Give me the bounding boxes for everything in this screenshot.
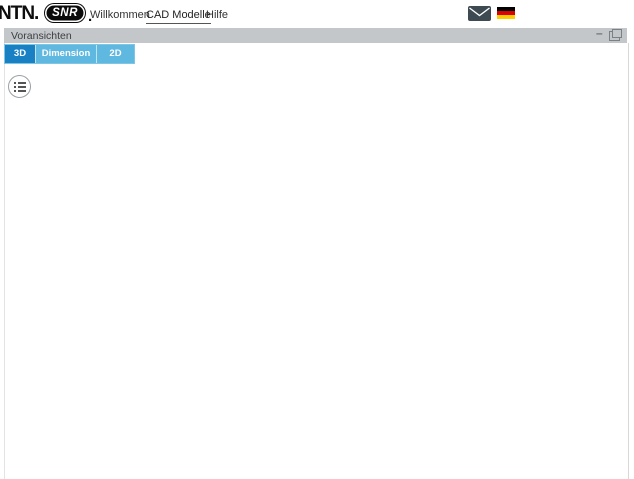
menu-item-cad-modelle[interactable]: CAD Modelle bbox=[146, 9, 211, 24]
menu-item-willkommen[interactable]: Willkommen bbox=[90, 9, 150, 21]
panel-title: Voransichten bbox=[11, 30, 72, 42]
tab-dimension[interactable]: Dimension bbox=[36, 45, 97, 63]
german-flag-icon[interactable] bbox=[497, 7, 515, 19]
popout-icon[interactable] bbox=[609, 31, 620, 41]
mail-icon[interactable] bbox=[468, 6, 491, 26]
menu-item-hilfe[interactable]: Hilfe bbox=[206, 9, 228, 21]
page: { "header": { "logo_ntn": "NTN.", "logo_… bbox=[0, 0, 634, 479]
minimize-icon[interactable]: – bbox=[596, 26, 603, 40]
list-icon bbox=[14, 82, 26, 92]
view-tabs: 3D Dimension 2D bbox=[4, 44, 135, 64]
snr-logo: SNR bbox=[45, 4, 85, 22]
view-options-button[interactable] bbox=[8, 75, 31, 98]
viewer-panel bbox=[4, 43, 629, 479]
header: NTN. SNR . Willkommen CAD Modelle Hilfe bbox=[0, 0, 634, 28]
panel-header: Voransichten – bbox=[4, 28, 627, 43]
ntn-logo: NTN. bbox=[0, 3, 38, 25]
tab-3d[interactable]: 3D bbox=[5, 45, 36, 63]
tab-2d[interactable]: 2D bbox=[97, 45, 134, 63]
